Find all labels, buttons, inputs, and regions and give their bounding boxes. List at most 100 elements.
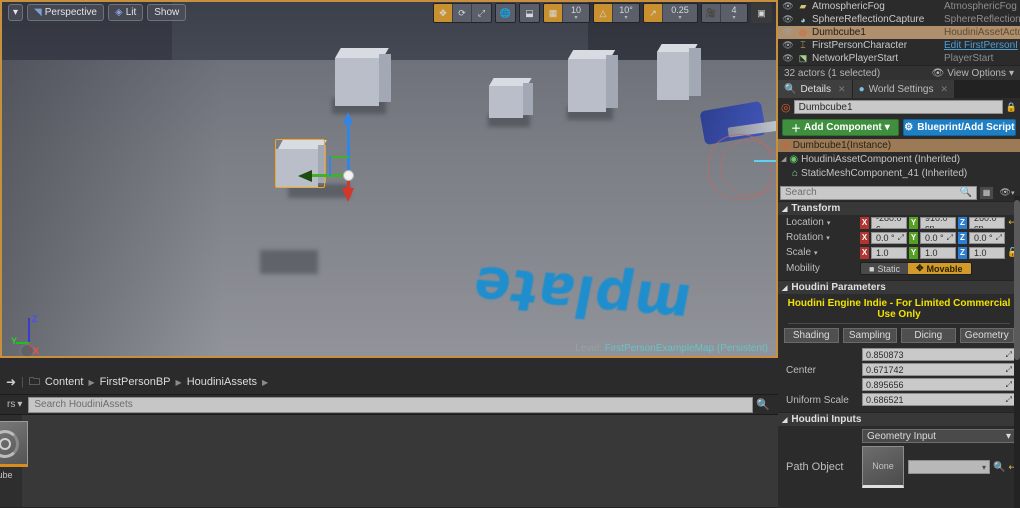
houdini-tab-sampling[interactable]: Sampling (842, 328, 897, 343)
details-search-input[interactable]: Search 🔍 (780, 185, 977, 200)
property-row-mobility[interactable]: Mobility ■ Static ✥ Movable (778, 260, 1020, 277)
tab-world-settings[interactable]: ● World Settings ✕ (852, 80, 956, 98)
property-row-uniform-scale[interactable]: Uniform Scale 0.686521 ⤢ (778, 393, 1020, 408)
scene-cube[interactable] (657, 44, 701, 100)
spinner-icon[interactable]: ⤢ (1006, 395, 1012, 405)
gizmo-axis-x-arrow[interactable] (342, 188, 354, 202)
viewport-view-mode-button[interactable]: ◈ Lit (107, 4, 144, 21)
details-grid-toggle[interactable]: ▦ (979, 185, 994, 200)
grid-snap-value-button[interactable]: 10 ▾ (563, 4, 589, 22)
category-transform[interactable]: ◢ Transform (778, 201, 1020, 215)
houdini-tab-dicing[interactable]: Dicing (901, 328, 956, 343)
gizmo-plane-yz[interactable] (329, 156, 349, 158)
location-y-input[interactable]: 910.0 cn (920, 216, 956, 229)
right-panel-stack[interactable]: 👁 ▰ AtmosphericFog AtmosphericFog 👁 ◕ Sp… (778, 0, 1020, 508)
outliner-row-firstpersoncharacter[interactable]: 👁 ⌶ FirstPersonCharacter Edit FirstPerso… (778, 39, 1020, 52)
expand-arrow-icon[interactable]: ◢ (782, 416, 787, 424)
magnifier-icon[interactable]: 🔍 (756, 398, 770, 411)
spinner-icon[interactable]: ⤢ (1006, 380, 1012, 390)
mobility-segmented[interactable]: ■ Static ✥ Movable (860, 262, 972, 275)
gizmo-center-handle[interactable] (343, 170, 354, 181)
scale-snap-value-button[interactable]: 0.25 ▾ (663, 4, 697, 22)
houdini-tab-shading[interactable]: Shading (784, 328, 839, 343)
breadcrumb-item-content[interactable]: Content (45, 376, 84, 388)
level-viewport[interactable]: mplate Z Y X ▾ ◥ Perspective ◈ Lit Show … (0, 0, 778, 370)
asset-tile-dumbcube[interactable]: ube (0, 421, 28, 480)
eye-icon[interactable]: 👁 (780, 27, 796, 38)
angle-snap-value-button[interactable]: 10° ▾ (613, 4, 639, 22)
input-type-row[interactable]: Geometry Input ▾ (778, 426, 1020, 446)
scale-y-input[interactable]: 1.0 (920, 246, 956, 259)
gizmo-plane-yz2[interactable] (329, 156, 331, 176)
translate-tool-button[interactable]: ✥ (434, 4, 453, 22)
mobility-static-button[interactable]: ■ Static (861, 263, 908, 274)
content-browser-search-row[interactable]: rs ▾ Search HoudiniAssets 🔍 (0, 395, 778, 415)
component-row-instance[interactable]: ◎ Dumbcube1(Instance) (778, 139, 1020, 152)
expand-arrow-icon[interactable]: ◢ (781, 155, 786, 163)
details-tab-bar[interactable]: 🔍 Details ✕ ● World Settings ✕ (778, 80, 1020, 98)
forward-arrow-icon[interactable]: ➜ (6, 375, 16, 389)
eye-icon[interactable]: 👁 (780, 40, 796, 51)
maximize-viewport-button[interactable]: ▣ (752, 4, 771, 22)
eye-icon[interactable]: 👁 (780, 53, 796, 64)
scene-cube[interactable] (335, 48, 391, 106)
expand-arrow-icon[interactable]: ◢ (782, 205, 787, 213)
rotation-z-input[interactable]: 0.0 ° ⤢ (969, 231, 1005, 244)
angle-snap-toggle[interactable]: △ (594, 4, 613, 22)
scale-z-input[interactable]: 1.0 (969, 246, 1005, 259)
close-icon[interactable]: ✕ (838, 84, 846, 95)
scale-snap-group[interactable]: ↗ 0.25 ▾ (643, 3, 698, 23)
location-vector[interactable]: X -280.0 c Y 910.0 cn Z 260.0 cn ↩ (860, 216, 1020, 229)
tab-details[interactable]: 🔍 Details ✕ (778, 80, 853, 98)
asset-thumbnail[interactable] (0, 421, 28, 467)
scene-cube[interactable] (568, 50, 618, 112)
coordinate-system-group[interactable]: 🌐 (495, 3, 516, 23)
property-row-path-object[interactable]: Path Object None ▾ 🔍 ↩ (778, 446, 1020, 488)
center-z-input[interactable]: 0.895656 ⤢ (862, 378, 1016, 391)
path-object-thumbnail[interactable]: None (862, 446, 904, 488)
gizmo-axis-y-arrow[interactable] (298, 170, 312, 182)
scale-label-group[interactable]: Scale ▾ (778, 247, 860, 258)
outliner-row-spherereflectioncapture[interactable]: 👁 ◕ SphereReflectionCapture SphereReflec… (778, 13, 1020, 26)
world-space-button[interactable]: 🌐 (496, 4, 515, 22)
chevron-down-icon[interactable]: ▾ (826, 234, 830, 242)
spinner-icon[interactable]: ⤢ (947, 233, 953, 243)
location-label-group[interactable]: Location ▾ (778, 217, 860, 228)
path-object-asset-dropdown[interactable]: ▾ (908, 460, 990, 474)
center-x-input[interactable]: 0.850873 ⤢ (862, 348, 1016, 361)
content-browser[interactable]: ➜ | 🗀 Content ▶ FirstPersonBP ▶ HoudiniA… (0, 370, 778, 508)
chevron-down-icon[interactable]: ▾ (814, 249, 818, 257)
spinner-icon[interactable]: ⤢ (898, 233, 904, 243)
property-row-rotation[interactable]: Rotation ▾ X 0.0 ° ⤢ Y 0.0 ° ⤢ Z 0.0 ° ⤢ (778, 230, 1020, 245)
asset-search-input[interactable]: Search HoudiniAssets (28, 396, 754, 413)
viewport-camera-mode-button[interactable]: ◥ Perspective (27, 4, 104, 21)
location-z-input[interactable]: 260.0 cn (969, 216, 1005, 229)
camera-speed-group[interactable]: 🎥 4 ▾ (701, 3, 748, 23)
expand-arrow-icon[interactable]: ◢ (782, 284, 787, 292)
details-scrollbar-thumb[interactable] (1014, 200, 1020, 360)
property-row-center[interactable]: Center 0.850873 ⤢ 0.671742 ⤢ 0.895656 ⤢ (778, 348, 1020, 393)
uniform-scale-fields[interactable]: 0.686521 ⤢ (862, 393, 1020, 408)
component-row-houdiniassetcomponent[interactable]: ◢ ◉ HoudiniAssetComponent (Inherited) (778, 152, 1020, 166)
actor-name-row[interactable]: ◎ Dumbcube1 🔒 (778, 98, 1020, 116)
details-search-row[interactable]: Search 🔍 ▦ 👁 ▾ (778, 184, 1020, 201)
rotation-label-group[interactable]: Rotation ▾ (778, 232, 860, 243)
center-y-input[interactable]: 0.671742 ⤢ (862, 363, 1016, 376)
property-row-location[interactable]: Location ▾ X -280.0 c Y 910.0 cn Z 260.0… (778, 215, 1020, 230)
eye-icon[interactable]: 👁 (780, 14, 796, 25)
lock-icon[interactable]: 🔒 (1006, 102, 1017, 113)
gizmo-axis-z[interactable] (347, 116, 350, 176)
close-icon[interactable]: ✕ (940, 84, 948, 95)
gizmo-axis-z-arrow[interactable] (343, 112, 353, 124)
property-row-scale[interactable]: Scale ▾ X 1.0 Y 1.0 Z 1.0 🔓 (778, 245, 1020, 260)
transform-tool-group[interactable]: ✥ ⟳ ⤢ (433, 3, 492, 23)
outliner-row-atmosphericfog[interactable]: 👁 ▰ AtmosphericFog AtmosphericFog (778, 0, 1020, 13)
scene-cube[interactable] (489, 78, 533, 118)
scale-tool-button[interactable]: ⤢ (472, 4, 491, 22)
maximize-group[interactable]: ▣ (751, 3, 772, 23)
rotate-tool-button[interactable]: ⟳ (453, 4, 472, 22)
eye-icon[interactable]: 👁 (780, 1, 796, 12)
category-houdini-parameters[interactable]: ◢ Houdini Parameters (778, 280, 1020, 294)
surface-snap-button[interactable]: ⬓ (520, 4, 539, 22)
breadcrumb[interactable]: 🗀 Content ▶ FirstPersonBP ▶ HoudiniAsset… (29, 373, 268, 392)
